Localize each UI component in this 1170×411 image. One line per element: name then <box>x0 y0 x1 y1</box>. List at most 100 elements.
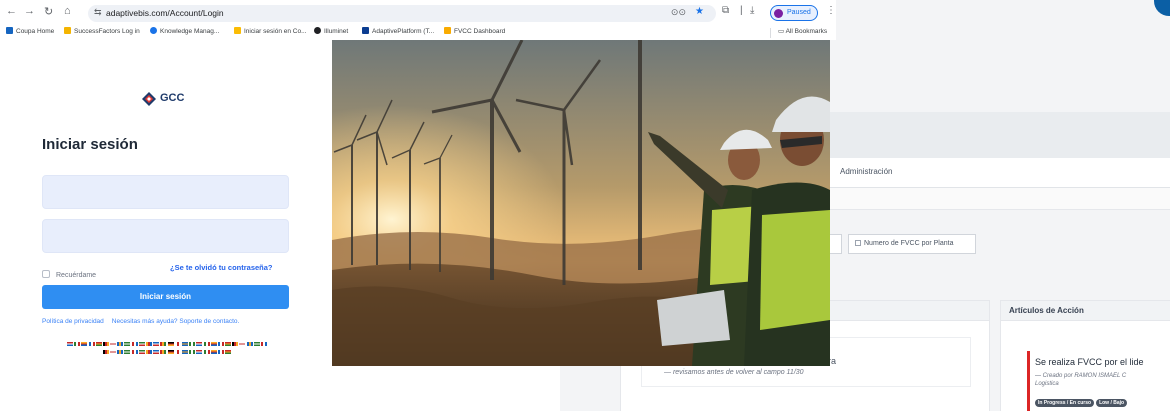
language-flag-icon[interactable] <box>217 341 224 346</box>
language-flag-icon[interactable] <box>146 349 153 354</box>
language-flag-icon[interactable] <box>261 341 268 346</box>
bg-action-items-title: Artículos de Acción <box>1001 301 1170 321</box>
language-flag-icon[interactable] <box>153 341 160 346</box>
bookmark-successfactors[interactable]: SuccessFactors Log in <box>64 27 140 35</box>
browser-toolbar: ← → ↻ ⌂ ⇆ adaptivebis.com/Account/Login … <box>0 0 836 26</box>
language-flag-icon[interactable] <box>232 341 239 346</box>
language-flag-icon[interactable] <box>181 349 188 354</box>
bg-action-item-title[interactable]: Se realiza FVCC por el lide <box>1035 357 1144 367</box>
sign-in-button[interactable]: Iniciar sesión <box>42 285 289 309</box>
language-flag-icon[interactable] <box>131 341 138 346</box>
language-flag-icon[interactable] <box>110 341 117 346</box>
bookmark-iniciar-sesion[interactable]: Iniciar sesión en Co... <box>234 27 307 35</box>
language-flag-icon[interactable] <box>203 349 210 354</box>
language-flag-icon[interactable] <box>167 341 174 346</box>
illuminet-icon <box>314 27 321 34</box>
language-flag-icon[interactable] <box>196 349 203 354</box>
bookmark-illuminet[interactable]: Illuminet <box>314 27 348 35</box>
successfactors-icon <box>64 27 71 34</box>
reload-icon[interactable]: ↻ <box>44 5 53 18</box>
language-flag-icon[interactable] <box>210 349 217 354</box>
folder-icon <box>234 27 241 34</box>
back-arrow-icon[interactable]: ← <box>6 5 17 17</box>
language-flag-icon[interactable] <box>167 349 174 354</box>
language-flag-icon[interactable] <box>196 341 203 346</box>
flag-row <box>52 340 282 348</box>
bookmark-adaptiveplatform[interactable]: AdaptivePlatform (T... <box>362 27 434 35</box>
bg-nav-item-administracion[interactable]: Administración <box>840 167 892 176</box>
language-flag-icon[interactable] <box>81 341 88 346</box>
language-flag-icon[interactable] <box>174 341 181 346</box>
checkbox-icon <box>855 240 861 247</box>
divider: | <box>740 5 743 16</box>
language-flag-icon[interactable] <box>210 341 217 346</box>
language-flag-icon[interactable] <box>181 341 188 346</box>
language-flag-icon[interactable] <box>138 349 145 354</box>
menu-kebab-icon[interactable]: ⋮ <box>826 5 836 16</box>
bg-action-item-meta: — Creado por RAMON ISMAEL C <box>1035 373 1127 379</box>
language-flag-icon[interactable] <box>124 349 131 354</box>
language-flag-icon[interactable] <box>160 341 167 346</box>
language-flag-icon[interactable] <box>102 349 109 354</box>
adaptive-icon <box>362 27 369 34</box>
extensions-puzzle-icon[interactable]: ⧉ <box>722 5 729 16</box>
bookmark-coupa[interactable]: Coupa Home <box>6 27 54 35</box>
language-flag-icon[interactable] <box>74 341 81 346</box>
language-flag-icon[interactable] <box>253 341 260 346</box>
forward-arrow-icon[interactable]: → <box>24 5 35 17</box>
language-flag-icon[interactable] <box>189 341 196 346</box>
language-flag-icon[interactable] <box>160 349 167 354</box>
username-field[interactable] <box>42 175 289 209</box>
url-text: adaptivebis.com/Account/Login <box>106 8 224 18</box>
language-flag-icon[interactable] <box>174 349 181 354</box>
all-bookmarks-button[interactable]: ▭ All Bookmarks <box>778 27 827 35</box>
site-info-icon[interactable]: ⇆ <box>94 7 102 18</box>
bookmark-fvcc-dashboard[interactable]: FVCC Dashboard <box>444 27 505 35</box>
globe-icon <box>150 27 157 34</box>
language-flag-icon[interactable] <box>217 349 224 354</box>
language-flag-icon[interactable] <box>189 349 196 354</box>
bookmark-star-icon[interactable]: ★ <box>695 6 704 17</box>
language-flag-icon[interactable] <box>225 349 232 354</box>
remember-me-checkbox[interactable]: Recuérdame <box>42 264 96 282</box>
language-flag-icon[interactable] <box>246 341 253 346</box>
status-badge: In Progress / En curso <box>1035 399 1095 407</box>
incognito-eye-icon[interactable]: ⊙⊙ <box>671 7 686 18</box>
language-flag-icon[interactable] <box>117 349 124 354</box>
bookmark-knowledge[interactable]: Knowledge Manag... <box>150 27 219 35</box>
language-flag-icon[interactable] <box>131 349 138 354</box>
checkbox-icon[interactable] <box>42 270 50 278</box>
download-icon[interactable]: ⤓ <box>750 5 754 16</box>
bg-action-item-meta2: Logistica <box>1035 381 1059 387</box>
password-field[interactable] <box>42 219 289 253</box>
language-flags <box>52 340 282 356</box>
bg-tab-fvcc-por-planta[interactable]: Numero de FVCC por Planta <box>848 234 976 254</box>
language-flag-icon[interactable] <box>239 341 246 346</box>
forgot-password-link[interactable]: ¿Se te olvidó tu contraseña? <box>170 263 273 272</box>
support-contact-link[interactable]: Necesitas más ayuda? Soporte de contacto… <box>112 318 240 325</box>
profile-paused-button[interactable]: Paused <box>770 5 818 21</box>
language-flag-icon[interactable] <box>102 341 109 346</box>
bg-action-item-tags: In Progress / En curso Low / Bajo <box>1035 391 1129 409</box>
language-flag-icon[interactable] <box>117 341 124 346</box>
language-flag-icon[interactable] <box>203 341 210 346</box>
brand-name: GCC <box>160 92 185 104</box>
remember-me-label: Recuérdame <box>56 272 97 279</box>
language-flag-icon[interactable] <box>124 341 131 346</box>
address-bar[interactable]: ⇆ adaptivebis.com/Account/Login ⊙⊙ ★ <box>88 5 716 22</box>
language-flag-icon[interactable] <box>225 341 232 346</box>
language-flag-icon[interactable] <box>66 341 73 346</box>
wind-farm-image <box>332 40 830 366</box>
language-flag-icon[interactable] <box>138 341 145 346</box>
privacy-policy-link[interactable]: Política de privacidad <box>42 318 104 325</box>
language-flag-icon[interactable] <box>88 341 95 346</box>
bg-action-items-card: Artículos de Acción Se realiza FVCC por … <box>1000 300 1170 411</box>
dashboard-icon <box>444 27 451 34</box>
language-flag-icon[interactable] <box>146 341 153 346</box>
language-flag-icon[interactable] <box>153 349 160 354</box>
flag-row <box>52 348 282 356</box>
language-flag-icon[interactable] <box>110 349 117 354</box>
login-panel: GCC Iniciar sesión Recuérdame ¿Se te olv… <box>0 40 332 411</box>
language-flag-icon[interactable] <box>95 341 102 346</box>
home-icon[interactable]: ⌂ <box>64 5 71 17</box>
